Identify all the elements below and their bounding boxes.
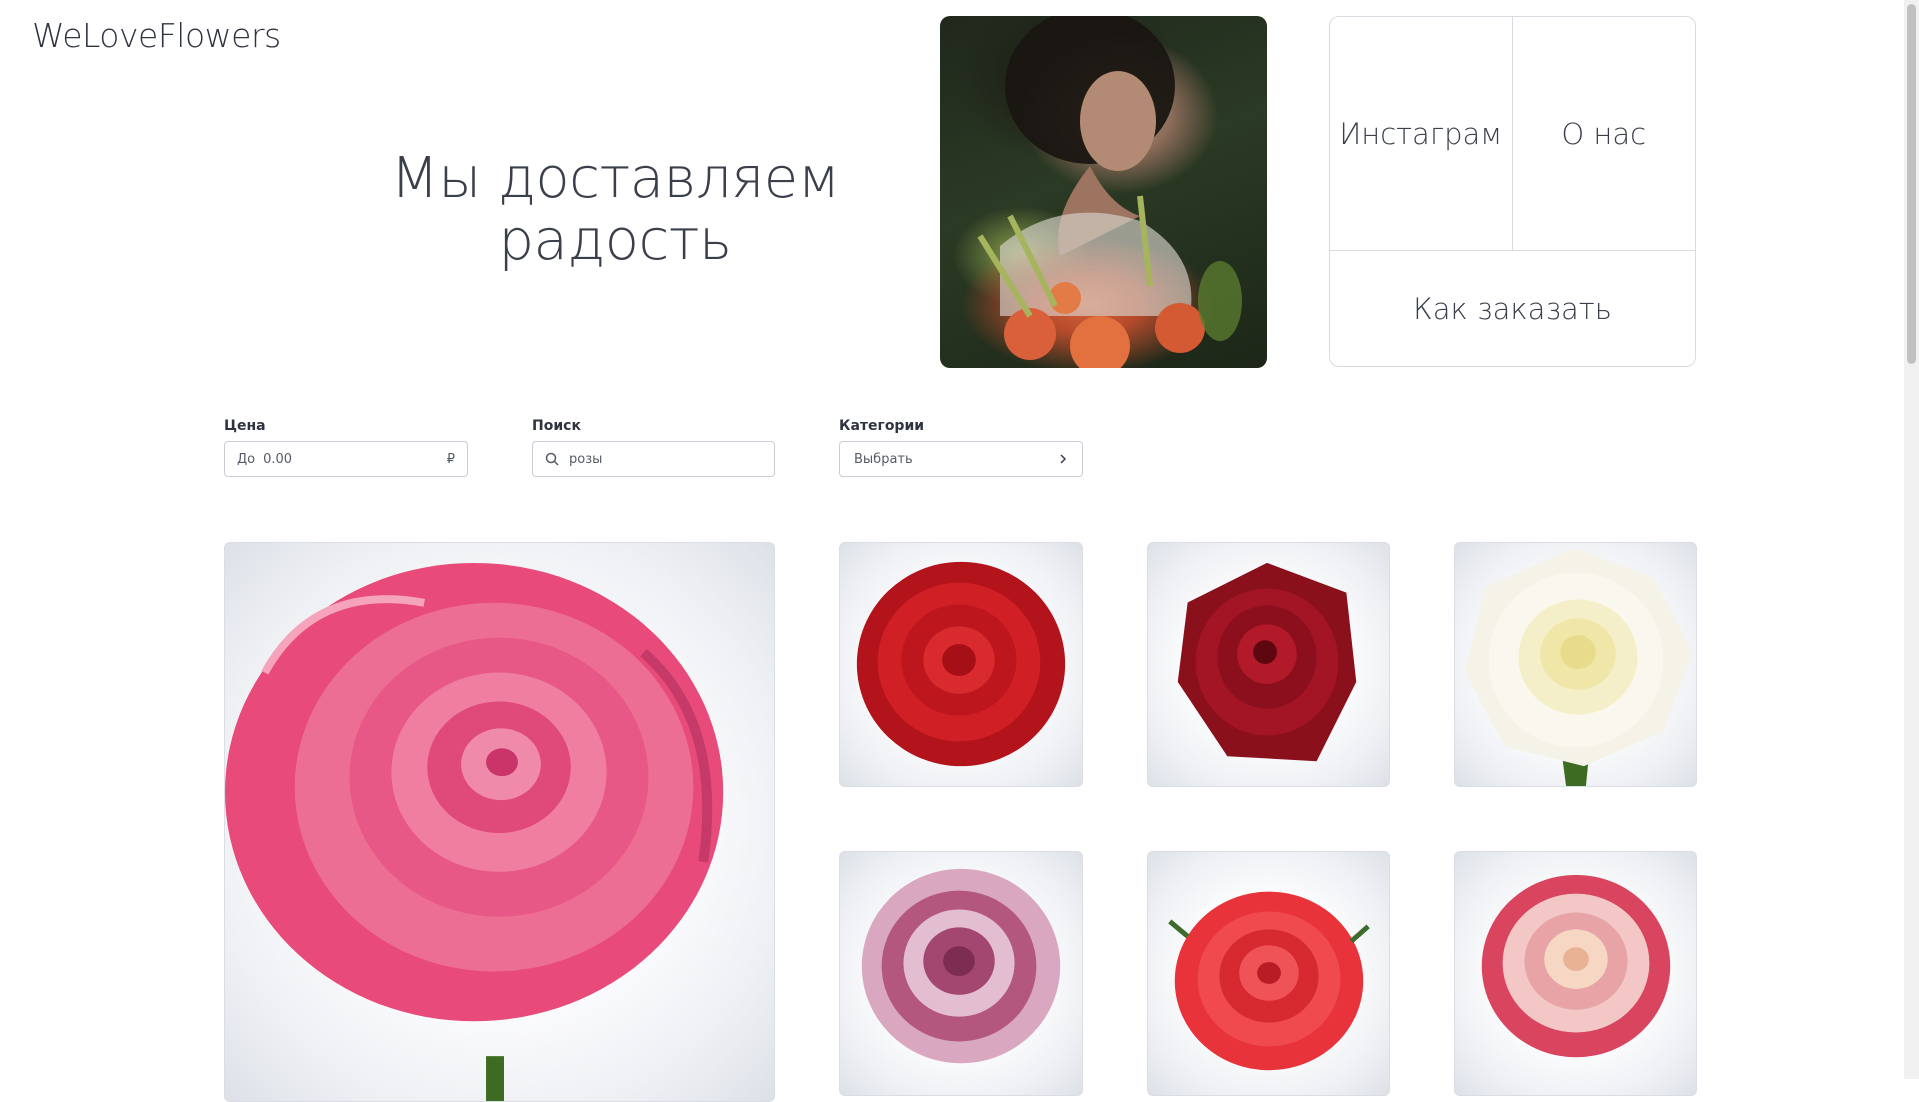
nav-about-link[interactable]: О нас <box>1512 17 1695 251</box>
red-rose-image <box>856 561 1066 767</box>
hero-photo <box>940 16 1267 368</box>
search-field[interactable] <box>532 441 775 477</box>
scrollbar-thumb[interactable] <box>1907 4 1916 364</box>
hero-title-line-1: Мы доставляем <box>390 146 840 211</box>
scrollbar[interactable] <box>1904 0 1919 1079</box>
nav-menu: Инстаграм О нас Как заказать <box>1329 16 1696 367</box>
pink-rose-image <box>225 562 724 1101</box>
categories-value: Выбрать <box>854 451 913 467</box>
woman-with-flowers-image <box>977 16 1242 368</box>
categories-label: Категории <box>839 418 925 434</box>
nav-instagram-link[interactable]: Инстаграм <box>1330 17 1513 251</box>
coral-red-rose-image <box>1168 891 1370 1071</box>
price-label: Цена <box>224 418 266 434</box>
product-card[interactable] <box>839 542 1083 787</box>
hero-title-line-2: радость <box>498 208 732 273</box>
price-prefix: До <box>237 451 256 467</box>
logo[interactable]: WeLoveFlowers <box>32 16 281 55</box>
product-card-featured[interactable] <box>224 542 775 1102</box>
product-card[interactable] <box>1147 851 1390 1096</box>
product-card[interactable] <box>1454 542 1697 787</box>
ruble-icon: ₽ <box>446 451 455 467</box>
white-rose-image <box>1464 547 1694 786</box>
search-input[interactable] <box>569 451 762 467</box>
striped-pink-rose-image <box>861 868 1061 1064</box>
dark-red-rose-image <box>1177 562 1357 762</box>
product-card[interactable] <box>1454 851 1697 1096</box>
product-card[interactable] <box>1147 542 1390 787</box>
price-field[interactable]: До ₽ <box>224 441 468 477</box>
product-card[interactable] <box>839 851 1083 1096</box>
search-icon <box>545 452 559 466</box>
search-label: Поиск <box>532 418 581 434</box>
categories-select[interactable]: Выбрать <box>839 441 1083 477</box>
chevron-right-icon <box>1058 453 1068 465</box>
hero-title: Мы доставляем радость <box>360 148 870 272</box>
nav-how-to-order-link[interactable]: Как заказать <box>1330 251 1695 366</box>
price-input[interactable] <box>263 451 441 467</box>
bicolor-rose-image <box>1481 874 1671 1058</box>
